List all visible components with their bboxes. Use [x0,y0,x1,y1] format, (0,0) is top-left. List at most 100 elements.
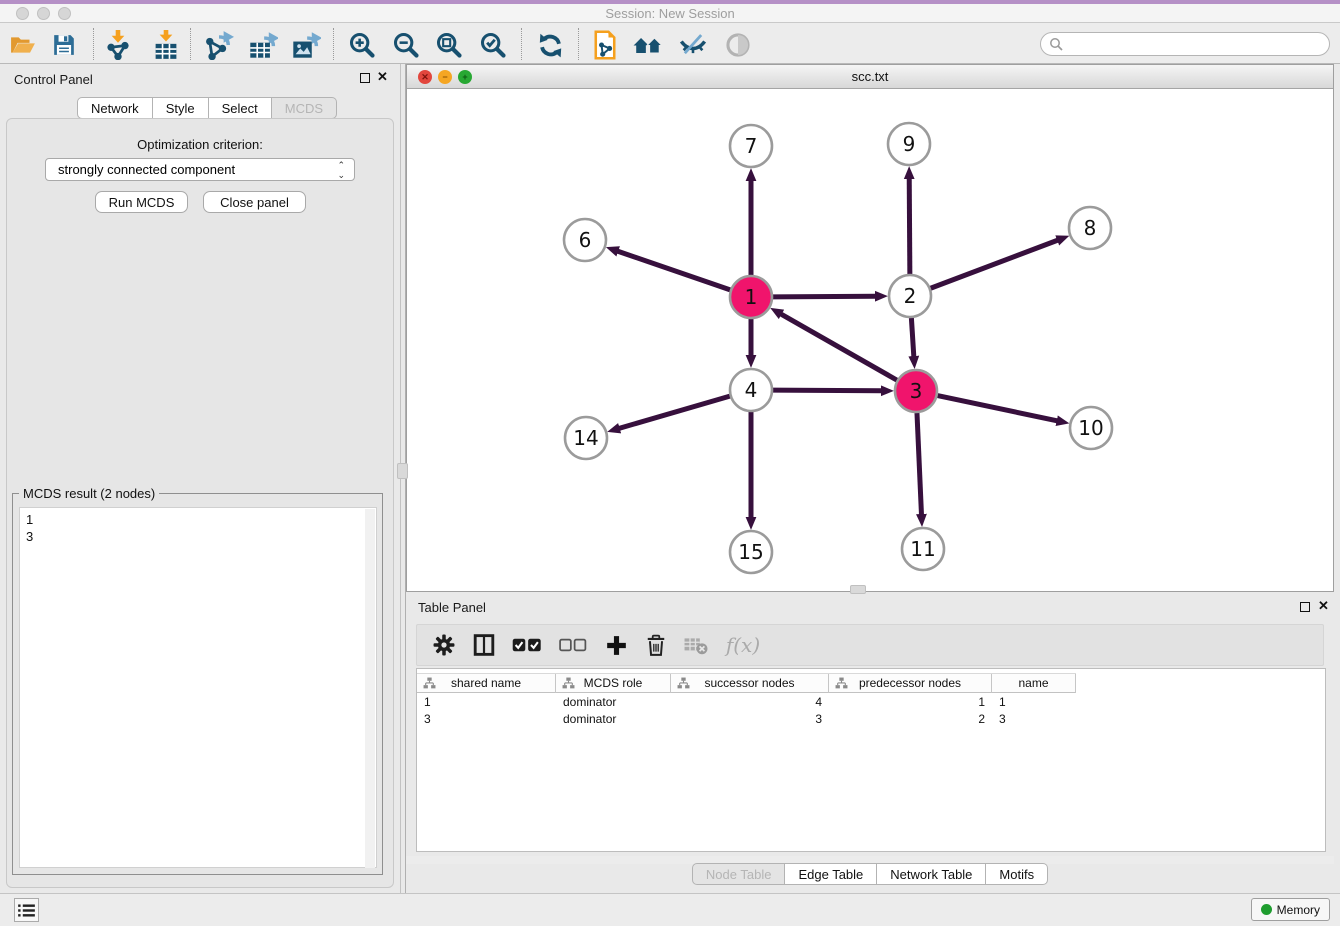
table-cell[interactable]: dominator [556,694,671,711]
column-header-predecessor-nodes[interactable]: predecessor nodes [829,674,992,693]
export-network-icon[interactable] [204,30,234,60]
horizontal-splitter-handle[interactable] [850,585,866,594]
window-title: Session: New Session [0,6,1340,21]
export-image-icon[interactable] [291,30,321,60]
vertical-splitter-handle[interactable] [397,463,408,479]
table-cell[interactable]: 4 [671,694,829,711]
network-window-titlebar[interactable]: ✕ − + scc.txt [407,65,1333,89]
memory-button[interactable]: Memory [1251,898,1330,921]
help-home-icon[interactable] [633,30,663,60]
table-cell[interactable]: 1 [829,694,992,711]
table-header-row: shared name MCDS role successor nodes prede… [417,673,1076,693]
close-panel-icon[interactable]: ✕ [377,69,388,85]
table-row[interactable]: 1dominator411 [417,694,1076,711]
graph-edge-2-3[interactable] [911,318,913,357]
mcds-result-title: MCDS result (2 nodes) [19,486,159,501]
mcds-result-list[interactable]: 1 3 [19,507,377,868]
search-icon [1049,37,1063,51]
table-float-panel-icon[interactable] [1300,602,1310,612]
graph-edge-1-6[interactable] [617,251,730,290]
tab-network[interactable]: Network [77,97,153,119]
column-header-label: MCDS role [584,676,643,690]
table-cell[interactable]: 1 [992,694,1076,711]
open-session-icon[interactable] [8,30,38,60]
unselect-all-columns-icon[interactable] [557,632,589,658]
show-columns-icon[interactable] [471,632,497,658]
tab-style[interactable]: Style [153,97,209,119]
mcds-result-values: 1 3 [26,512,33,544]
network-graph: 7968124314101511 [407,89,1333,591]
column-header-label: shared name [451,676,521,690]
node-table[interactable]: shared name MCDS role successor nodes prede… [416,668,1326,852]
graph-node-label: 14 [573,426,598,450]
graph-node-label: 8 [1084,216,1097,240]
search-input[interactable] [1063,37,1329,51]
table-options-icon[interactable] [431,632,457,658]
add-column-icon[interactable] [603,632,629,658]
column-header-label: predecessor nodes [859,676,961,690]
graph-edge-4-3[interactable] [773,390,882,391]
save-session-icon[interactable] [49,30,79,60]
select-all-columns-icon[interactable] [511,632,543,658]
zoom-fit-icon[interactable] [434,30,464,60]
tab-node-table[interactable]: Node Table [692,863,786,885]
graph-node-label: 10 [1078,416,1103,440]
table-cell[interactable]: 3 [671,711,829,728]
delete-columns-icon[interactable] [643,632,669,658]
tab-select[interactable]: Select [209,97,272,119]
graph-node-label: 15 [738,540,763,564]
graph-edge-2-8[interactable] [931,240,1059,288]
table-cell[interactable]: 3 [992,711,1076,728]
table-row[interactable]: 3dominator323 [417,711,1076,728]
zoom-selected-icon[interactable] [478,30,508,60]
graph-node-label: 6 [579,228,592,252]
graph-edge-2-9[interactable] [909,178,910,274]
search-field[interactable] [1040,32,1330,56]
column-header-successor-nodes[interactable]: successor nodes [671,674,829,693]
network-canvas[interactable]: 7968124314101511 [407,89,1333,591]
table-cell[interactable]: 2 [829,711,992,728]
column-header-shared-name[interactable]: shared name [417,674,556,693]
zoom-in-icon[interactable] [347,30,377,60]
graph-node-label: 11 [910,537,935,561]
column-header-MCDS-role[interactable]: MCDS role [556,674,671,693]
import-table-icon[interactable] [151,30,181,60]
graph-node-label: 3 [910,379,923,403]
network-view-window: ✕ − + scc.txt 7968124314101511 [406,64,1334,592]
graph-edge-1-2[interactable] [773,296,876,297]
table-cell[interactable]: 3 [417,711,556,728]
table-toolbar: f(x) [416,624,1324,666]
bird-eye-view-icon[interactable] [723,30,753,60]
graph-node-label: 2 [904,284,917,308]
toolbar-separator [190,28,191,60]
result-scrollbar[interactable] [365,509,375,868]
float-panel-icon[interactable] [360,73,370,83]
close-panel-button[interactable]: Close panel [203,191,306,213]
import-network-icon[interactable] [103,30,133,60]
graph-node-label: 9 [903,132,916,156]
refresh-icon[interactable] [535,30,565,60]
run-mcds-button[interactable]: Run MCDS [95,191,188,213]
graph-edge-3-10[interactable] [938,396,1058,421]
task-history-button[interactable] [14,898,39,922]
open-network-document-icon[interactable] [590,30,620,60]
table-cell[interactable]: 1 [417,694,556,711]
graph-edge-4-14[interactable] [619,396,730,428]
toolbar-separator [93,28,94,60]
criterion-dropdown-value: strongly connected component [58,162,235,177]
criterion-dropdown[interactable]: strongly connected component ⌃⌄ [45,158,355,181]
table-close-panel-icon[interactable]: ✕ [1318,598,1329,614]
export-table-icon[interactable] [248,30,278,60]
table-panel: Table Panel ✕ f(x) [406,596,1334,890]
hide-panels-icon[interactable] [678,30,708,60]
tab-edge-table[interactable]: Edge Table [785,863,877,885]
column-header-name[interactable]: name [992,674,1076,693]
list-icon [18,904,35,917]
tab-network-table[interactable]: Network Table [877,863,986,885]
zoom-out-icon[interactable] [391,30,421,60]
tab-mcds[interactable]: MCDS [272,97,337,119]
graph-edge-3-1[interactable] [781,314,897,380]
tab-motifs[interactable]: Motifs [986,863,1048,885]
graph-edge-3-11[interactable] [917,413,922,515]
table-cell[interactable]: dominator [556,711,671,728]
